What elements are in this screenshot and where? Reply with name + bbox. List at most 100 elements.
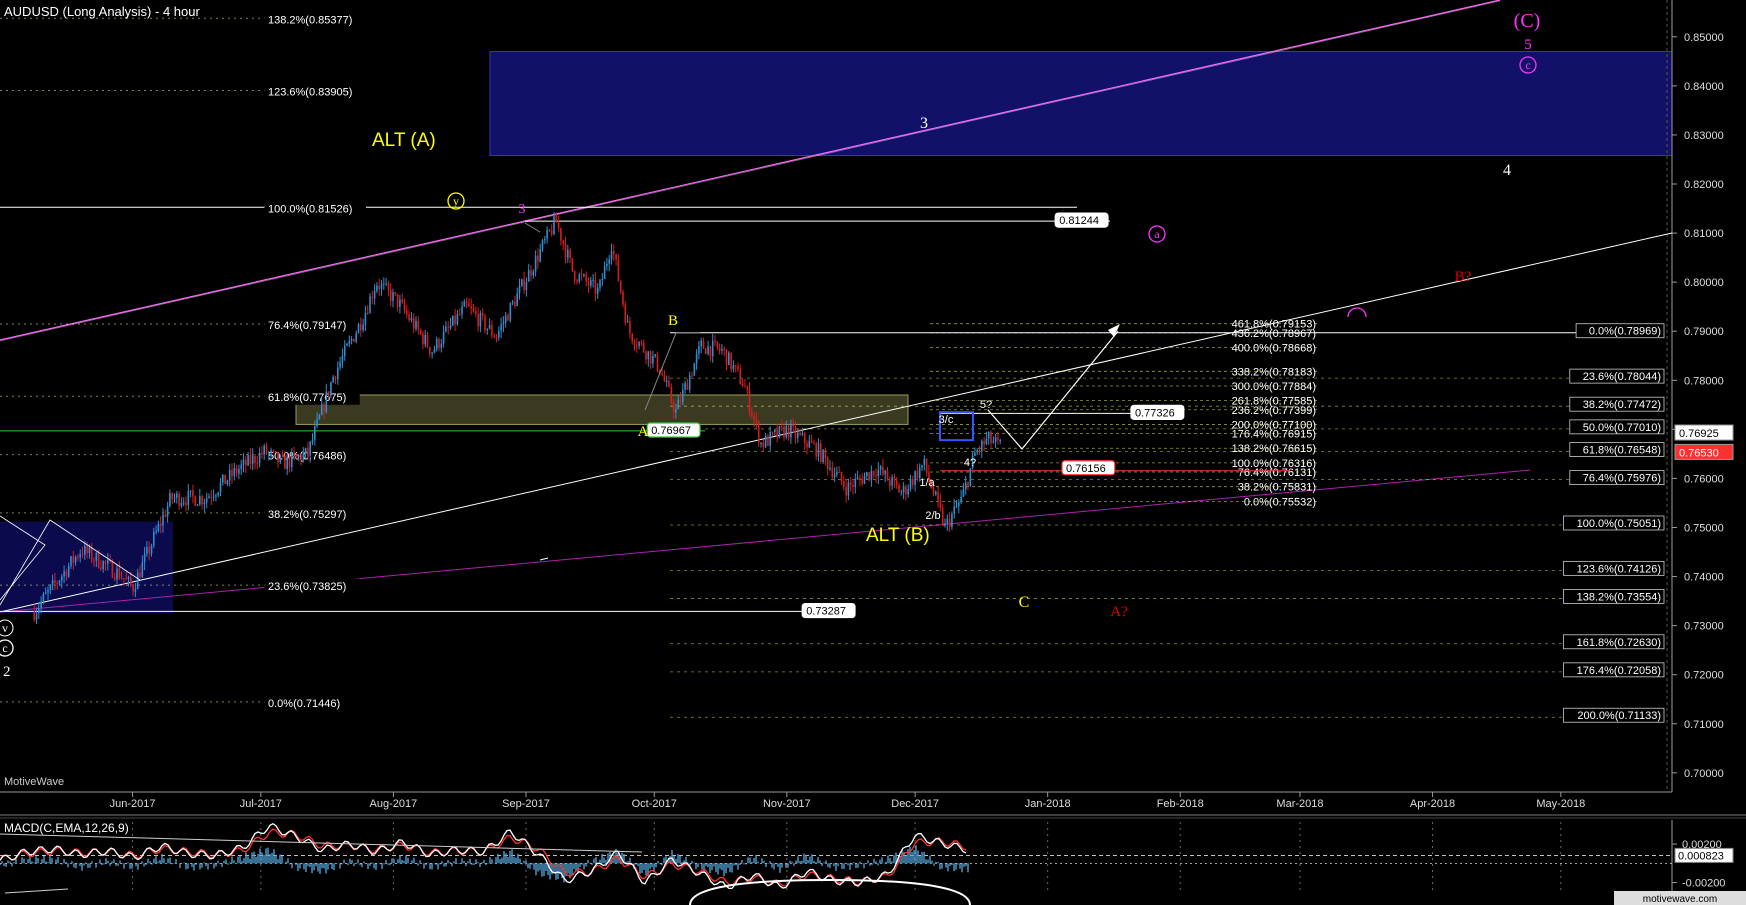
candle-body bbox=[799, 432, 801, 435]
candle-body bbox=[757, 422, 760, 444]
candle-body bbox=[302, 453, 305, 461]
candle-body bbox=[309, 441, 312, 456]
candle-body bbox=[408, 314, 410, 321]
candle-body bbox=[981, 440, 983, 451]
candle-body bbox=[516, 293, 519, 307]
candle-body bbox=[281, 455, 284, 457]
candle-body bbox=[77, 556, 79, 558]
candle-body bbox=[461, 306, 463, 315]
candle-body bbox=[120, 578, 123, 580]
candle-body bbox=[468, 303, 470, 307]
x-tick-label: May-2018 bbox=[1536, 798, 1585, 810]
candle-body bbox=[125, 578, 128, 580]
candle-body bbox=[732, 365, 735, 370]
macd-current-value: 0.000823 bbox=[1678, 850, 1724, 862]
candle-body bbox=[792, 424, 795, 427]
candle-body bbox=[286, 456, 289, 470]
candle-body bbox=[893, 477, 896, 481]
current-price-label: 0.76925 bbox=[1679, 428, 1719, 440]
candle-body bbox=[774, 429, 776, 432]
price-tag: 0.81244 bbox=[1059, 215, 1099, 227]
candle-body bbox=[192, 490, 194, 497]
wave-label-a-red: A? bbox=[1110, 604, 1128, 620]
candle-body bbox=[369, 296, 371, 314]
candle-body bbox=[40, 601, 42, 609]
candle-body bbox=[783, 426, 785, 438]
candle-body bbox=[801, 433, 804, 435]
candle-body bbox=[118, 568, 121, 579]
candle-body bbox=[194, 496, 197, 506]
mid-channel-white bbox=[0, 232, 1673, 613]
candle-body bbox=[955, 506, 958, 508]
x-tick-label: Jan-2018 bbox=[1025, 798, 1071, 810]
candle-body bbox=[907, 488, 910, 495]
candle-body bbox=[999, 439, 1002, 441]
candle-body bbox=[932, 488, 935, 495]
candle-body bbox=[656, 354, 659, 370]
candle-body bbox=[70, 556, 72, 566]
candle-body bbox=[603, 266, 606, 280]
candle-body bbox=[268, 452, 270, 454]
y-tick-label: 0.70000 bbox=[1684, 768, 1724, 780]
watermark: MotiveWave bbox=[4, 776, 64, 788]
candle-body bbox=[247, 454, 249, 466]
candle-body bbox=[498, 330, 500, 338]
price-tag: 0.73287 bbox=[806, 606, 846, 618]
candle-body bbox=[629, 321, 631, 334]
candle-body bbox=[366, 312, 369, 314]
candle-body bbox=[806, 443, 808, 448]
candle-body bbox=[426, 334, 429, 348]
candle-body bbox=[985, 438, 988, 445]
candle-body bbox=[383, 283, 385, 285]
x-tick-label: Jun-2017 bbox=[110, 798, 156, 810]
candle-body bbox=[859, 477, 861, 479]
candle-body bbox=[205, 498, 208, 503]
candle-body bbox=[486, 328, 489, 331]
candle-body bbox=[339, 362, 341, 368]
candle-body bbox=[778, 426, 781, 438]
x-tick-label: Nov-2017 bbox=[763, 798, 811, 810]
candle-body bbox=[456, 314, 459, 325]
candle-body bbox=[123, 578, 125, 580]
candle-body bbox=[452, 315, 454, 326]
candle-body bbox=[470, 306, 473, 309]
candle-body bbox=[274, 451, 277, 453]
candle-body bbox=[235, 468, 238, 474]
candle-body bbox=[316, 418, 318, 427]
candle-body bbox=[79, 553, 82, 558]
candle-body bbox=[946, 518, 949, 524]
candle-body bbox=[132, 585, 134, 592]
price-chart[interactable]: Jun-2017 Jul-2017 Aug-2017 Sep-2017 Oct-2017… bbox=[0, 0, 1746, 905]
candle-body bbox=[525, 281, 528, 291]
candle-body bbox=[284, 456, 286, 470]
candle-body bbox=[61, 576, 63, 581]
right-fib-label: 161.8%(0.72630) bbox=[1577, 637, 1661, 649]
candle-body bbox=[67, 565, 70, 577]
right-fib-label: 61.8%(0.76548) bbox=[1583, 445, 1661, 457]
candle-body bbox=[493, 335, 496, 338]
wave-label-4: 4 bbox=[1503, 162, 1511, 179]
candle-body bbox=[249, 454, 252, 464]
candle-body bbox=[974, 452, 976, 456]
candle-body bbox=[527, 270, 530, 282]
candle-body bbox=[320, 404, 323, 415]
wave-label-3c: 3/c bbox=[939, 414, 954, 426]
left-fib-label: 138.2%(0.85377) bbox=[268, 14, 352, 26]
right-fib-label: 38.2%(0.77472) bbox=[1583, 399, 1661, 411]
candle-body bbox=[265, 445, 268, 454]
candle-body bbox=[576, 280, 578, 282]
y-tick-label: 0.76000 bbox=[1684, 473, 1724, 485]
candle-body bbox=[619, 280, 622, 292]
candle-body bbox=[33, 611, 36, 620]
candle-body bbox=[143, 553, 146, 563]
candle-body bbox=[983, 440, 985, 445]
candle-body bbox=[346, 343, 348, 346]
candle-body bbox=[686, 383, 689, 390]
candle-body bbox=[219, 482, 222, 493]
wave-label-left-2: 2 bbox=[3, 664, 11, 680]
x-tick-label: Feb-2018 bbox=[1157, 798, 1204, 810]
projection-path bbox=[987, 330, 1119, 450]
candle-body bbox=[314, 426, 316, 440]
candle-body bbox=[608, 259, 611, 264]
candle-body bbox=[116, 568, 118, 580]
